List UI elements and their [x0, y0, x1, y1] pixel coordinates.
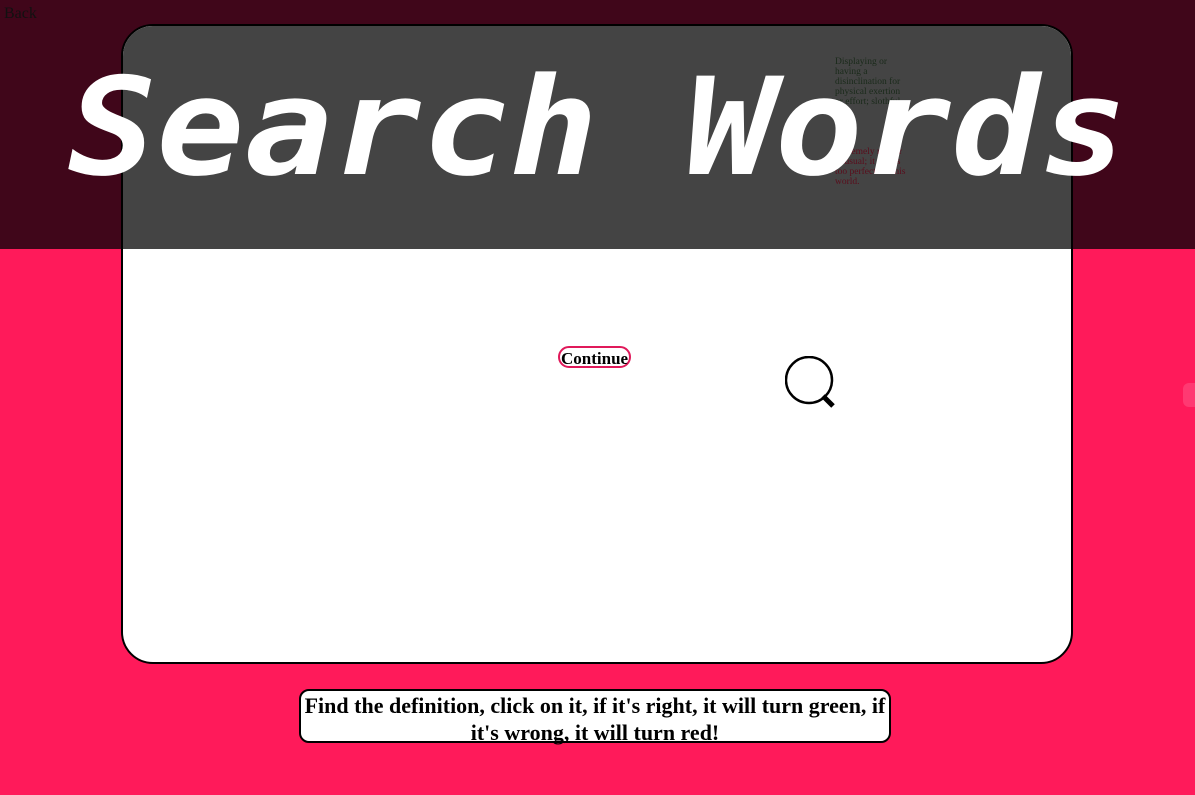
continue-button[interactable]: Continue: [558, 346, 632, 368]
instructions-box: Find the definition, click on it, if it'…: [299, 689, 891, 745]
edge-tab: [1183, 383, 1195, 407]
back-link[interactable]: Back: [4, 5, 37, 23]
page-title-text: Search Words: [68, 70, 1128, 182]
search-icon[interactable]: [784, 355, 839, 410]
page-title: Search Words: [66, 49, 1131, 206]
